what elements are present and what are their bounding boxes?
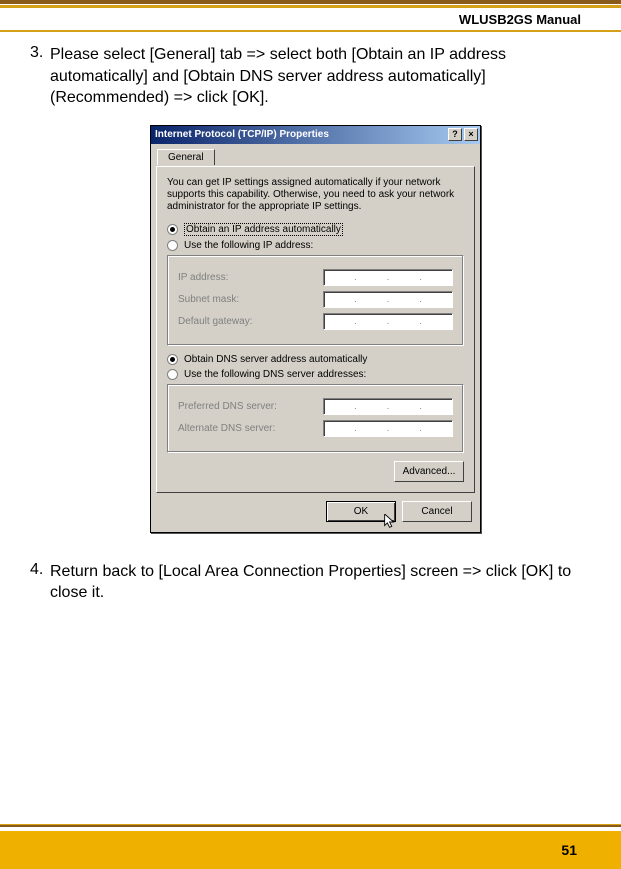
radio-icon [167, 354, 178, 365]
tab-general[interactable]: General [157, 149, 215, 165]
input-default-gateway[interactable]: ... [323, 313, 453, 330]
page-number: 51 [561, 842, 577, 858]
doc-title: WLUSB2GS Manual [459, 12, 581, 27]
advanced-button[interactable]: Advanced... [394, 461, 464, 482]
radio-use-ip[interactable]: Use the following IP address: [167, 240, 464, 251]
ip-fieldset: IP address: ... Subnet mask: ... Default… [167, 255, 464, 346]
cancel-button[interactable]: Cancel [402, 501, 472, 522]
radio-icon [167, 224, 178, 235]
step-4: 4. Return back to [Local Area Connection… [50, 561, 581, 604]
page-footer: 51 [0, 831, 621, 869]
radio-icon [167, 240, 178, 251]
dialog-actions: OK Cancel [151, 501, 480, 532]
page-content: 3. Please select [General] tab => select… [0, 32, 621, 638]
page-header: WLUSB2GS Manual [0, 10, 621, 32]
close-button[interactable]: × [464, 128, 478, 141]
label-ip-address: IP address: [178, 272, 228, 283]
radio-obtain-ip[interactable]: Obtain an IP address automatically [167, 223, 464, 236]
ok-button[interactable]: OK [326, 501, 396, 522]
input-preferred-dns[interactable]: ... [323, 398, 453, 415]
step-4-text: Return back to [Local Area Connection Pr… [50, 561, 581, 604]
titlebar: Internet Protocol (TCP/IP) Properties ? … [151, 126, 480, 144]
radio-obtain-dns[interactable]: Obtain DNS server address automatically [167, 354, 464, 365]
radio-use-dns-label: Use the following DNS server addresses: [184, 369, 366, 380]
radio-use-dns[interactable]: Use the following DNS server addresses: [167, 369, 464, 380]
page-foot-rule [0, 824, 621, 827]
label-subnet-mask: Subnet mask: [178, 294, 239, 305]
radio-icon [167, 369, 178, 380]
radio-obtain-dns-label: Obtain DNS server address automatically [184, 354, 367, 365]
label-alternate-dns: Alternate DNS server: [178, 423, 275, 434]
radio-obtain-ip-label: Obtain an IP address automatically [184, 223, 343, 236]
label-preferred-dns: Preferred DNS server: [178, 401, 277, 412]
radio-use-ip-label: Use the following IP address: [184, 240, 313, 251]
tcpip-properties-dialog: Internet Protocol (TCP/IP) Properties ? … [150, 125, 481, 533]
step-3-text: Please select [General] tab => select bo… [50, 44, 581, 109]
step-3: 3. Please select [General] tab => select… [50, 44, 581, 109]
dns-fieldset: Preferred DNS server: ... Alternate DNS … [167, 384, 464, 453]
step-3-number: 3. [30, 44, 50, 62]
input-alternate-dns[interactable]: ... [323, 420, 453, 437]
help-button[interactable]: ? [448, 128, 462, 141]
page-rule-gold [0, 5, 621, 8]
page-rule-dark [0, 0, 621, 4]
general-panel: You can get IP settings assigned automat… [156, 166, 475, 493]
screenshot-container: Internet Protocol (TCP/IP) Properties ? … [50, 125, 581, 533]
input-ip-address[interactable]: ... [323, 269, 453, 286]
input-subnet-mask[interactable]: ... [323, 291, 453, 308]
dialog-title: Internet Protocol (TCP/IP) Properties [155, 129, 446, 140]
label-default-gateway: Default gateway: [178, 316, 253, 327]
step-4-number: 4. [30, 561, 50, 579]
tab-strip: General [151, 144, 480, 166]
intro-text: You can get IP settings assigned automat… [167, 177, 464, 213]
